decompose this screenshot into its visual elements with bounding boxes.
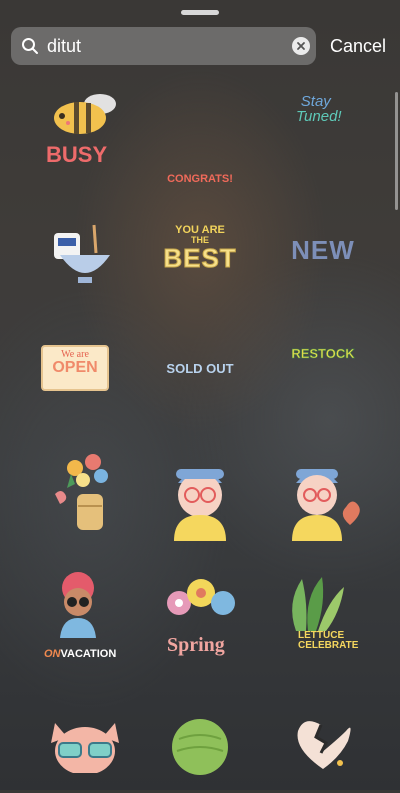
- sticker-busy-label: BUSY: [46, 142, 108, 167]
- sticker-restock[interactable]: RESTOCK: [268, 303, 378, 403]
- sticker-spring-label: Spring: [167, 634, 225, 656]
- sticker-girl-glasses[interactable]: [145, 448, 255, 548]
- cancel-button[interactable]: Cancel: [330, 36, 386, 57]
- sticker-new[interactable]: NEW: [268, 200, 378, 300]
- sticker-celebrate-label: CELEBRATE: [298, 640, 359, 651]
- sticker-new-label: NEW: [291, 235, 355, 265]
- sticker-open-label: OPEN: [52, 359, 98, 376]
- sticker-best-label: BEST: [163, 243, 237, 273]
- sticker-stay-tuned[interactable]: Stay Tuned!: [268, 86, 378, 186]
- sticker-restock-label: RESTOCK: [291, 345, 355, 361]
- sticker-you-are-the-best[interactable]: YOU ARE THE BEST: [145, 198, 255, 298]
- sticker-flower-jar[interactable]: [30, 443, 140, 543]
- girl-heart-icon: [292, 469, 360, 541]
- sticker-girl-heart[interactable]: [268, 448, 378, 548]
- sticker-spring[interactable]: Spring: [145, 573, 255, 673]
- sheet-drag-handle[interactable]: [181, 10, 219, 15]
- vacation-girl-icon: [60, 572, 96, 638]
- lettuce-icon: [292, 577, 344, 631]
- search-input[interactable]: ditut: [47, 36, 81, 57]
- sticker-congrats[interactable]: CONGRATS!: [145, 106, 255, 206]
- cat-icon: [51, 723, 119, 773]
- spring-flowers-icon: [167, 579, 235, 615]
- sticker-cat-glasses[interactable]: [30, 693, 140, 793]
- sticker-on-label: ON: [44, 648, 61, 660]
- broken-heart-icon: [297, 721, 351, 769]
- sticker-on-vacation[interactable]: ONVACATION: [30, 568, 140, 668]
- sticker-busy[interactable]: BUSY: [24, 86, 134, 186]
- sticker-lettuce-celebrate[interactable]: LETTUCE CELEBRATE: [268, 573, 378, 673]
- sticker-melon[interactable]: [145, 693, 255, 793]
- search-icon: [22, 38, 38, 54]
- sticker-vacation-label: VACATION: [60, 648, 117, 660]
- sticker-sold-out-label: SOLD OUT: [166, 360, 234, 376]
- sticker-we-are-open[interactable]: We are OPEN: [20, 318, 130, 418]
- open-sign: We are OPEN: [41, 345, 109, 391]
- sticker-sold-out[interactable]: SOLD OUT: [145, 318, 255, 418]
- sticker-bowl[interactable]: [30, 208, 140, 308]
- sticker-tuned-label: Tuned!: [296, 108, 342, 125]
- sticker-congrats-label: CONGRATS!: [167, 172, 233, 185]
- sticker-broken-heart[interactable]: [268, 693, 378, 793]
- girl-icon: [174, 469, 226, 541]
- bee-icon: [54, 94, 116, 134]
- sticker-stay-label: Stay: [300, 93, 331, 110]
- sticker-grid: BUSY CONGRATS! Stay Tuned! YOU ARE THE B…: [0, 78, 400, 790]
- flower-jar-icon: [55, 454, 108, 530]
- search-bar[interactable]: ditut: [11, 27, 316, 65]
- melon-icon: [172, 719, 228, 775]
- bowl-icon: [54, 224, 110, 283]
- close-icon: [297, 42, 305, 50]
- clear-search-button[interactable]: [292, 37, 310, 55]
